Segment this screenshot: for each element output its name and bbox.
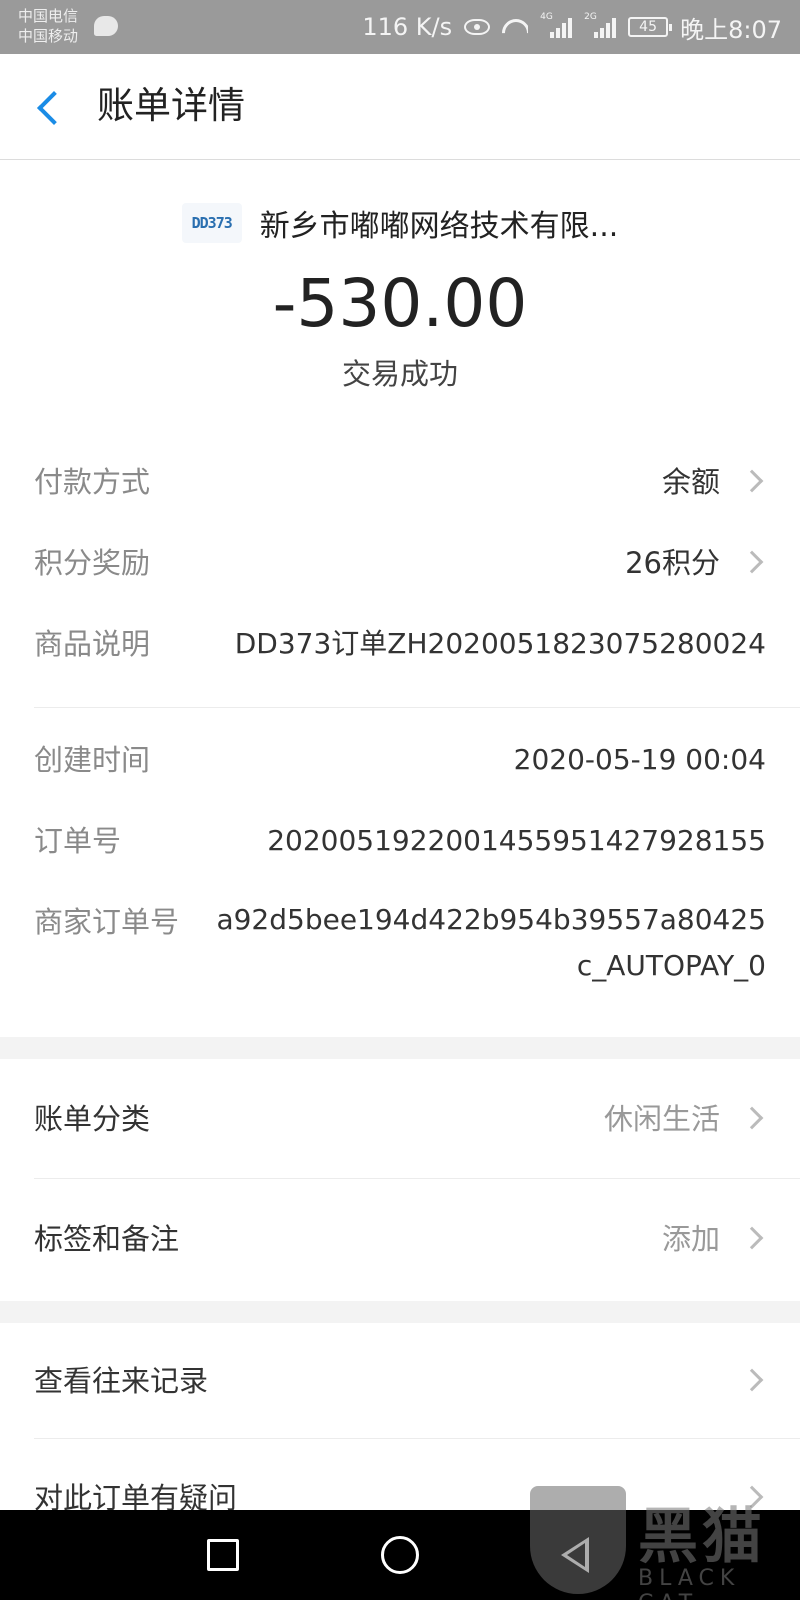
recent-apps-button[interactable] bbox=[207, 1539, 239, 1571]
merchant-logo: DD373 bbox=[181, 203, 242, 243]
chevron-right-icon bbox=[740, 1368, 764, 1392]
clock: 晚上8:07 bbox=[680, 15, 782, 44]
back-button[interactable] bbox=[30, 84, 70, 130]
page-title: 账单详情 bbox=[97, 84, 245, 127]
points-reward-label: 积分奖励 bbox=[34, 546, 151, 580]
message-bubble-icon bbox=[94, 16, 118, 36]
order-number-label: 订单号 bbox=[34, 824, 122, 858]
bill-category-value: 休闲生活 bbox=[603, 1102, 720, 1136]
watermark-logo: 黑猫 BLACK CAT bbox=[530, 1480, 800, 1600]
eye-comfort-icon bbox=[464, 19, 491, 35]
signal-4g-label: 4G bbox=[540, 12, 553, 22]
merchant-order-number-row: 商家订单号 a92d5bee194d422b954b39557a80425c_A… bbox=[34, 897, 766, 997]
battery-icon: 45 bbox=[628, 17, 673, 37]
product-description-value: DD373订单ZH20200518230752800​24 bbox=[234, 627, 766, 660]
signal-2g-label: 2G bbox=[584, 12, 597, 22]
created-time-label: 创建时间 bbox=[34, 743, 151, 777]
status-bar: 中国电信 中国移动 116 K/s 4G 2G 45 晚上8:07 bbox=[0, 0, 800, 54]
payment-method-value: 余额 bbox=[661, 465, 720, 499]
carrier-info: 中国电信 中国移动 bbox=[18, 6, 78, 46]
wifi-icon bbox=[502, 17, 528, 37]
network-speed: 116 K/s bbox=[362, 13, 453, 41]
points-reward-value: 26积分 bbox=[625, 546, 720, 580]
chevron-right-icon bbox=[740, 1106, 764, 1130]
transaction-amount: -530.00 bbox=[272, 265, 528, 342]
order-number-row: 订单号 2020051922001455951427928155 bbox=[34, 816, 766, 866]
merchant-header: DD373 新乡市嘟嘟网络技术有限... bbox=[0, 198, 800, 248]
product-description-row: 商品说明 DD373订单ZH20200518230752800​24 bbox=[34, 619, 766, 669]
merchant-order-number-value: a92d5bee194d422b954b39557a80425c_AUTOPAY… bbox=[216, 903, 766, 982]
tags-notes-value: 添加 bbox=[661, 1222, 720, 1256]
bill-category-label: 账单分类 bbox=[34, 1102, 151, 1136]
created-time-row: 创建时间 2020-05-19 00:04 bbox=[34, 735, 766, 785]
signal-2g-icon: 2G bbox=[584, 12, 617, 38]
divider bbox=[34, 707, 800, 708]
tags-notes-row[interactable]: 标签和备注 添加 bbox=[34, 1214, 766, 1264]
view-history-label: 查看往来记录 bbox=[34, 1364, 209, 1398]
cat-shield-icon bbox=[530, 1486, 626, 1594]
home-button[interactable] bbox=[381, 1536, 419, 1574]
carrier-2: 中国移动 bbox=[18, 27, 79, 45]
order-number-value: 2020051922001455951427928155 bbox=[267, 824, 766, 857]
merchant-name: 新乡市嘟嘟网络技术有限... bbox=[259, 209, 619, 244]
signal-4g-icon: 4G bbox=[540, 12, 573, 38]
payment-method-row[interactable]: 付款方式 余额 bbox=[34, 457, 766, 507]
points-reward-row[interactable]: 积分奖励 26积分 bbox=[34, 538, 766, 588]
merchant-order-number-label: 商家订单号 bbox=[34, 905, 180, 939]
chevron-right-icon bbox=[740, 550, 764, 574]
carrier-1: 中国电信 bbox=[18, 7, 79, 25]
chevron-right-icon bbox=[740, 469, 764, 493]
payment-method-label: 付款方式 bbox=[34, 465, 151, 499]
view-history-row[interactable]: 查看往来记录 bbox=[34, 1356, 766, 1406]
chevron-right-icon bbox=[740, 1226, 764, 1250]
divider bbox=[34, 1178, 800, 1179]
bill-category-row[interactable]: 账单分类 休闲生活 bbox=[34, 1094, 766, 1144]
transaction-status: 交易成功 bbox=[341, 357, 458, 391]
product-description-label: 商品说明 bbox=[34, 627, 151, 661]
tags-notes-label: 标签和备注 bbox=[34, 1222, 180, 1256]
header: 账单详情 bbox=[0, 54, 800, 160]
bill-detail-card: DD373 新乡市嘟嘟网络技术有限... -530.00 交易成功 付款方式 余… bbox=[0, 160, 800, 1037]
watermark-subtext: BLACK CAT bbox=[638, 1566, 741, 1600]
divider bbox=[34, 1438, 800, 1439]
created-time-value: 2020-05-19 00:04 bbox=[513, 743, 766, 776]
watermark-text: 黑猫 bbox=[638, 1502, 766, 1572]
category-section: 账单分类 休闲生活 标签和备注 添加 bbox=[0, 1059, 800, 1301]
